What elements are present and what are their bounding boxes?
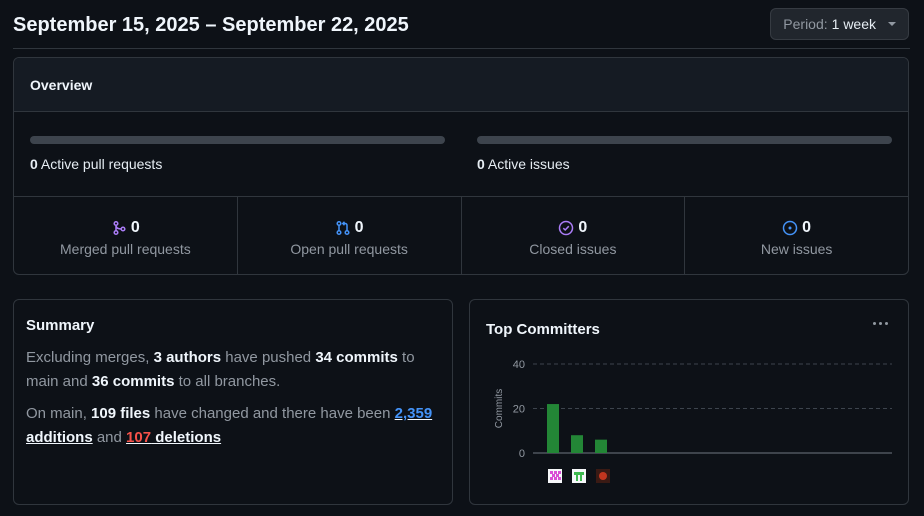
committer-avatar-pixel bbox=[554, 471, 557, 474]
pull-requests-progress-bar bbox=[30, 136, 445, 144]
open-pull-requests-label: Open pull requests bbox=[290, 241, 408, 257]
summary-changes-text: On main, 109 files have changed and ther… bbox=[26, 402, 440, 450]
stat-closed-issues[interactable]: 0 Closed issues bbox=[462, 197, 686, 274]
closed-issues-label: Closed issues bbox=[529, 241, 617, 257]
active-issues-label: Active issues bbox=[487, 156, 570, 172]
additions-count: 2,359 bbox=[394, 405, 433, 422]
commits-main-count: 34 commits bbox=[315, 349, 398, 366]
period-label: Period: bbox=[783, 16, 828, 32]
summary-title: Summary bbox=[26, 317, 95, 334]
caret-down-icon bbox=[888, 22, 896, 26]
open-pull-requests-count: 0 bbox=[354, 219, 364, 236]
additions-word: additions bbox=[26, 429, 93, 446]
overview-stats: 0 Merged pull requests 0 Open pull reque… bbox=[14, 197, 908, 274]
top-committers-card: Top Committers 40 20 0 Commits bbox=[469, 299, 909, 505]
merged-pull-requests-label: Merged pull requests bbox=[60, 241, 191, 257]
chart-y-axis-label: Commits bbox=[494, 389, 505, 428]
committer-avatar-pixel bbox=[550, 477, 553, 480]
kebab-horizontal-icon[interactable] bbox=[873, 322, 888, 325]
merged-pull-requests-count: 0 bbox=[130, 219, 140, 236]
issue-closed-icon bbox=[559, 220, 574, 236]
chart-bar bbox=[571, 435, 583, 453]
new-issues-label: New issues bbox=[760, 241, 833, 257]
page-header: September 15, 2025 – September 22, 2025 … bbox=[13, 0, 910, 49]
chart-y-tick-label: 20 bbox=[513, 404, 525, 416]
summary-text: have pushed bbox=[221, 349, 316, 366]
closed-issues-count: 0 bbox=[578, 219, 588, 236]
deletions-word: deletions bbox=[151, 429, 222, 446]
committer-avatar-pixel bbox=[558, 477, 561, 480]
period-value: 1 week bbox=[831, 16, 876, 32]
summary-text: On main, bbox=[26, 405, 92, 422]
date-range-title: September 15, 2025 – September 22, 2025 bbox=[13, 14, 409, 36]
active-issues-count: 0 bbox=[477, 156, 485, 172]
summary-text: Excluding merges, bbox=[26, 349, 154, 366]
active-pull-requests[interactable]: 0 Active pull requests bbox=[30, 136, 445, 172]
committer-avatar-pixel bbox=[558, 471, 561, 474]
git-pull-request-icon bbox=[336, 220, 350, 236]
committer-avatar bbox=[572, 469, 586, 483]
active-issues[interactable]: 0 Active issues bbox=[477, 136, 892, 172]
chart-bar bbox=[547, 404, 559, 453]
stat-merged-pull-requests[interactable]: 0 Merged pull requests bbox=[14, 197, 238, 274]
active-pull-requests-count: 0 bbox=[30, 156, 38, 172]
overview-title: Overview bbox=[14, 58, 908, 112]
files-count: 109 files bbox=[91, 405, 151, 422]
new-issues-count: 0 bbox=[802, 219, 812, 236]
summary-text: have changed and there have been bbox=[150, 405, 395, 422]
committer-avatar-pixel bbox=[550, 471, 553, 474]
committer-avatar-pixel bbox=[554, 477, 557, 480]
committer-avatar-pixel bbox=[599, 472, 607, 480]
issue-opened-icon bbox=[782, 220, 798, 236]
stat-new-issues[interactable]: 0 New issues bbox=[685, 197, 908, 274]
top-committers-chart: 40 20 0 Commits bbox=[494, 359, 892, 483]
period-dropdown[interactable]: Period: 1 week bbox=[770, 8, 909, 40]
deletions-link[interactable]: 107 deletions bbox=[126, 429, 221, 446]
authors-count: 3 authors bbox=[153, 349, 222, 366]
summary-text: to all branches. bbox=[174, 373, 281, 390]
committer-avatar-pixel bbox=[576, 475, 578, 481]
summary-card: Summary Excluding merges, 3 authors have… bbox=[13, 299, 453, 505]
committer-avatar-pixel bbox=[552, 474, 555, 477]
stat-open-pull-requests[interactable]: 0 Open pull requests bbox=[238, 197, 462, 274]
committer-avatar-pixel bbox=[556, 474, 559, 477]
overview-progress: 0 Active pull requests 0 Active issues bbox=[14, 112, 908, 197]
issues-progress-bar bbox=[477, 136, 892, 144]
summary-commits-text: Excluding merges, 3 authors have pushed … bbox=[26, 346, 440, 394]
git-merge-icon bbox=[113, 220, 126, 236]
top-committers-title: Top Committers bbox=[486, 321, 600, 338]
overview-panel: Overview 0 Active pull requests 0 Active… bbox=[13, 57, 909, 275]
chart-y-tick-label: 0 bbox=[519, 448, 525, 460]
commits-all-count: 36 commits bbox=[91, 373, 175, 390]
committer-avatar-pixel bbox=[574, 472, 584, 475]
deletions-count: 107 bbox=[126, 429, 152, 446]
committer-avatar-pixel bbox=[580, 475, 582, 481]
active-pull-requests-label: Active pull requests bbox=[40, 156, 163, 172]
active-issues-text: 0 Active issues bbox=[477, 156, 892, 172]
summary-text: and bbox=[92, 429, 127, 446]
active-pull-requests-text: 0 Active pull requests bbox=[30, 156, 445, 172]
chart-y-tick-label: 40 bbox=[513, 359, 525, 371]
chart-bar bbox=[595, 439, 607, 453]
